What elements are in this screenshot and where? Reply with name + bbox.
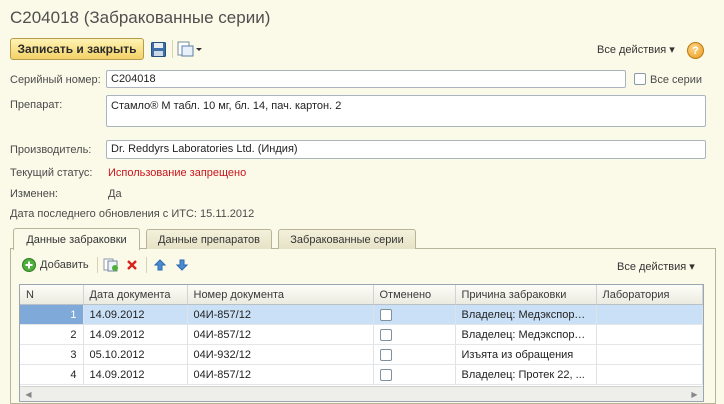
move-down-icon[interactable] xyxy=(175,258,189,272)
column-header-n[interactable]: N xyxy=(20,285,84,305)
table-all-actions-menu[interactable]: Все действия ▾ xyxy=(617,260,695,274)
manufacturer-field[interactable]: Dr. Reddyrs Laboratories Ltd. (Индия) xyxy=(106,140,706,159)
column-header-doc-number[interactable]: Номер документа xyxy=(187,285,374,305)
cell-reason: Владелец: Медэкспорт-... xyxy=(455,304,597,325)
save-and-close-button[interactable]: Записать и закрыть xyxy=(10,38,144,60)
cancelled-checkbox[interactable] xyxy=(379,348,392,361)
all-series-checkbox[interactable] xyxy=(634,73,646,85)
cell-n: 3 xyxy=(20,344,84,365)
manufacturer-label: Производитель: xyxy=(10,144,92,156)
cell-n: 2 xyxy=(20,324,84,345)
all-series-label: Все серии xyxy=(650,74,703,86)
chevron-down-icon: ▾ xyxy=(689,261,695,273)
cancelled-checkbox[interactable] xyxy=(379,368,392,381)
status-value: Использование запрещено xyxy=(108,167,247,179)
changed-value: Да xyxy=(108,188,122,200)
window-title: С204018 (Забракованные серии) xyxy=(10,8,271,27)
column-header-reason[interactable]: Причина забраковки xyxy=(455,285,597,305)
cell-doc-number: 04И-857/12 xyxy=(187,324,374,345)
add-button-label: Добавить xyxy=(40,259,89,271)
cell-reason: Изъята из обращения xyxy=(455,344,597,365)
copy-icon[interactable] xyxy=(103,258,119,272)
table-row[interactable]: 2 14.09.2012 04И-857/12 Владелец: Медэкс… xyxy=(20,324,703,345)
all-actions-menu[interactable]: Все действия ▾ xyxy=(597,43,675,57)
cell-n: 1 xyxy=(20,304,84,325)
add-button[interactable]: Добавить xyxy=(22,258,89,272)
tab-rejection-data[interactable]: Данные забраковки xyxy=(13,228,140,250)
table-row[interactable]: 3 05.10.2012 04И-932/12 Изъята из обраще… xyxy=(20,344,703,365)
table-all-actions-label: Все действия xyxy=(617,260,687,273)
help-icon[interactable]: ? xyxy=(687,42,704,59)
create-based-on-icon[interactable] xyxy=(177,41,203,57)
cancelled-checkbox[interactable] xyxy=(379,328,392,341)
scroll-left-icon[interactable]: ◀ xyxy=(22,388,35,400)
scroll-right-icon[interactable]: ▶ xyxy=(688,388,701,400)
serial-number-field[interactable]: С204018 xyxy=(106,70,626,88)
table-row[interactable]: 1 14.09.2012 04И-857/12 Владелец: Медэкс… xyxy=(20,304,703,325)
delete-icon[interactable] xyxy=(125,258,139,272)
cell-date: 05.10.2012 xyxy=(83,344,188,365)
cell-cancelled xyxy=(373,344,456,365)
cell-doc-number: 04И-857/12 xyxy=(187,364,374,385)
chevron-down-icon: ▾ xyxy=(669,44,675,56)
serial-label: Серийный номер: xyxy=(10,74,101,86)
column-header-date[interactable]: Дата документа xyxy=(83,285,188,305)
table-row[interactable]: 4 14.09.2012 04И-857/12 Владелец: Протек… xyxy=(20,364,703,385)
cell-date: 14.09.2012 xyxy=(83,324,188,345)
cell-date: 14.09.2012 xyxy=(83,304,188,325)
all-actions-label: Все действия xyxy=(597,43,667,56)
column-header-lab[interactable]: Лаборатория xyxy=(596,285,703,305)
cell-lab xyxy=(596,304,703,325)
tab-drug-data[interactable]: Данные препаратов xyxy=(146,229,272,249)
table-toolbar-separator-2 xyxy=(146,257,147,273)
cell-doc-number: 04И-932/12 xyxy=(187,344,374,365)
table-toolbar-separator xyxy=(97,257,98,273)
drug-field[interactable]: Стамло® М табл. 10 мг, бл. 14, пач. карт… xyxy=(106,95,706,127)
column-header-cancelled[interactable]: Отменено xyxy=(373,285,456,305)
cell-lab xyxy=(596,364,703,385)
cell-date: 14.09.2012 xyxy=(83,364,188,385)
move-up-icon[interactable] xyxy=(153,258,167,272)
cell-lab xyxy=(596,344,703,365)
toolbar-separator xyxy=(172,40,173,58)
changed-label: Изменен: xyxy=(10,188,58,200)
add-icon xyxy=(22,258,36,272)
cell-reason: Владелец: Протек 22, ... xyxy=(455,364,597,385)
cancelled-checkbox[interactable] xyxy=(379,308,392,321)
cell-cancelled xyxy=(373,324,456,345)
last-update-text: Дата последнего обновления с ИТС: 15.11.… xyxy=(10,208,255,220)
cell-n: 4 xyxy=(20,364,84,385)
rejection-data-table: N Дата документа Номер документа Отменен… xyxy=(19,284,704,402)
tab-rejected-series[interactable]: Забракованные серии xyxy=(278,229,416,249)
status-label: Текущий статус: xyxy=(10,167,93,179)
cell-reason: Владелец: Медэкспорт ... xyxy=(455,324,597,345)
cell-doc-number: 04И-857/12 xyxy=(187,304,374,325)
cell-cancelled xyxy=(373,364,456,385)
drug-label: Препарат: xyxy=(10,99,63,111)
horizontal-scrollbar[interactable]: ◀ ▶ xyxy=(20,386,703,401)
cell-lab xyxy=(596,324,703,345)
save-icon[interactable] xyxy=(150,41,166,57)
cell-cancelled xyxy=(373,304,456,325)
